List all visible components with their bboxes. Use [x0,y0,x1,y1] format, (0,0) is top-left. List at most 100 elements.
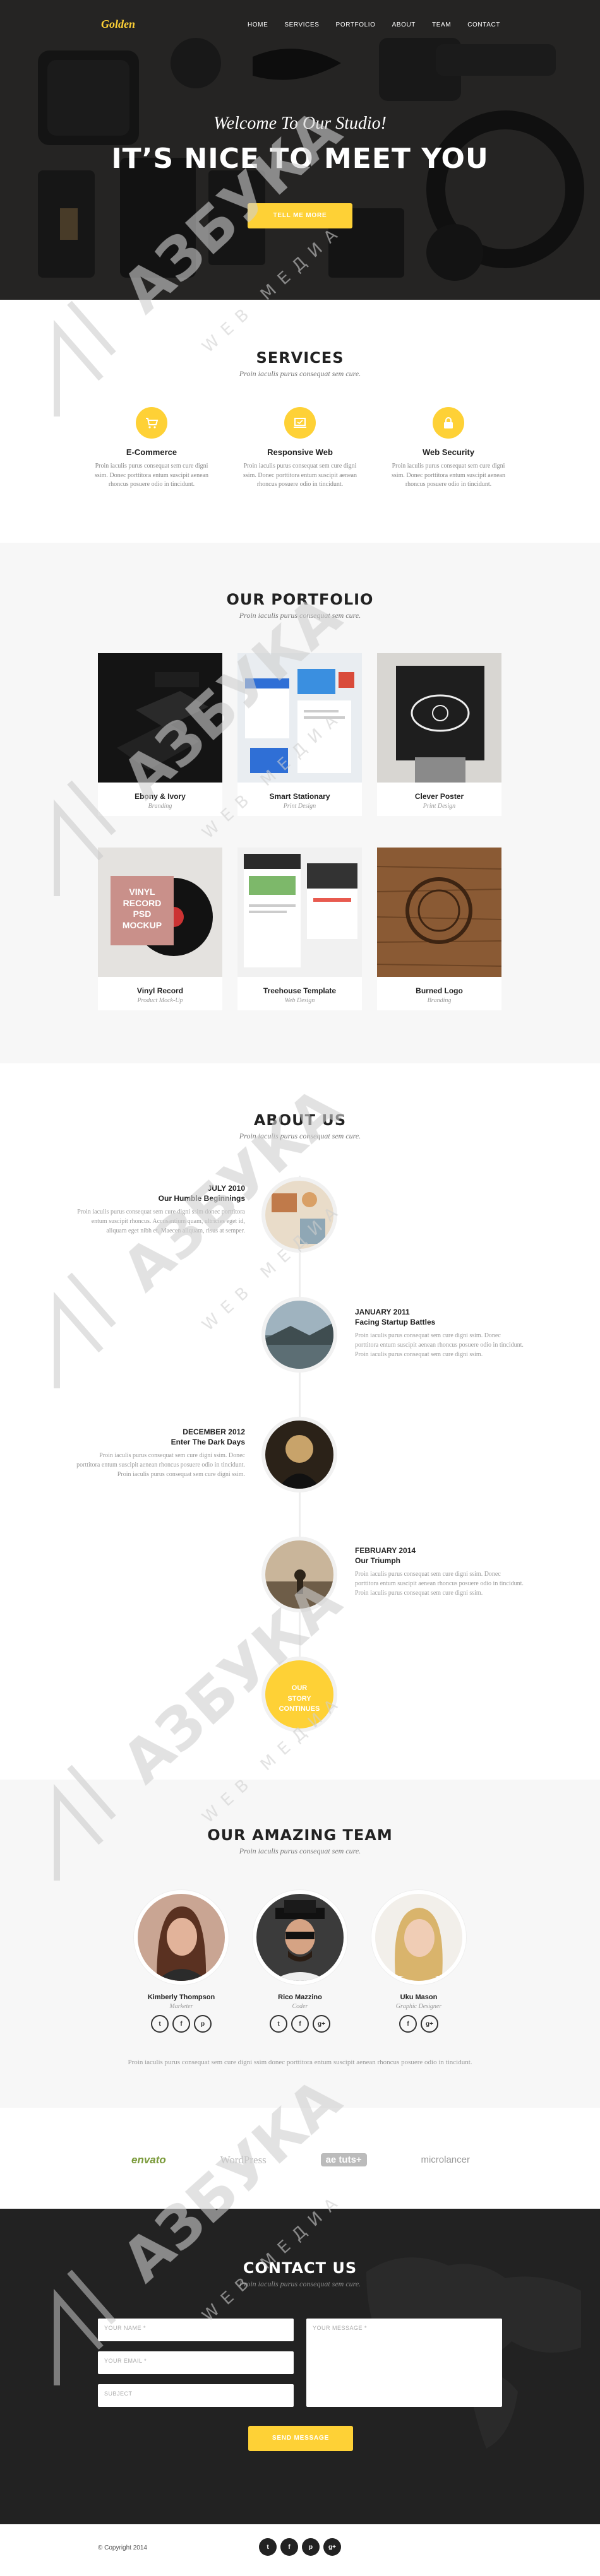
section-title: OUR PORTFOLIO [226,591,374,608]
service-text: Proin iaculis purus consequat sem cure d… [95,463,208,488]
portfolio-grid: Ebony & Ivory Branding Smart Stationary Pr… [98,653,502,1010]
portfolio-item[interactable]: Smart Stationary Print Design [237,653,362,816]
nav-links: HOME SERVICES PORTFOLIO ABOUT TEAM CONTA… [248,21,500,28]
facebook-icon[interactable]: f [280,2538,298,2556]
social-links: f g+ [368,2015,469,2033]
team-member: Kimberly Thompson Marketer t f p [131,1890,232,2033]
team-member: Rico Mazzino Coder t f g+ [249,1890,351,2033]
timeline-date: FEBRUARY 2014 [355,1546,416,1555]
social-links: t f p [131,2015,232,2033]
google-plus-icon[interactable]: g+ [323,2538,341,2556]
section-subtitle: Proin iaculis purus consequat sem cure. [239,1846,361,1855]
portfolio-image [377,848,501,977]
timeline-image [261,1297,337,1373]
portfolio-image [377,653,501,783]
twitter-icon[interactable]: t [259,2538,277,2556]
nav-item-team[interactable]: TEAM [432,21,451,28]
timeline-heading: Enter The Dark Days [171,1438,245,1447]
hero-section: Golden HOME SERVICES PORTFOLIO ABOUT TEA… [0,0,600,300]
nav-item-home[interactable]: HOME [248,21,268,28]
google-plus-icon[interactable]: g+ [421,2015,438,2033]
tell-me-more-button[interactable]: TELL ME MORE [248,203,352,228]
team-list: Kimberly Thompson Marketer t f p Rico Ma… [131,1890,469,2033]
portfolio-title: Vinyl Record [136,986,184,995]
section-subtitle: Proin iaculis purus consequat sem cure. [239,1131,361,1140]
services-section: SERVICES Proin iaculis purus consequat s… [0,300,600,543]
service-text: Proin iaculis purus consequat sem cure d… [243,463,357,488]
timeline-heading: Our Humble Beginnings [158,1194,245,1203]
timeline-text: Proin iaculis purus consequat sem cure d… [355,1332,524,1359]
lock-icon [433,407,464,439]
portfolio-item[interactable]: VINYL RECORD PSD MOCKUP Vinyl Record Prod… [98,848,222,1010]
portfolio-category: Web Design [284,997,315,1004]
team-section: OUR AMAZING TEAM Proin iaculis purus con… [0,1780,600,2108]
service-title: Web Security [422,447,475,457]
twitter-icon[interactable]: t [151,2015,169,2033]
pinterest-icon[interactable]: p [194,2015,212,2033]
portfolio-category: Print Design [283,803,316,810]
portfolio-item[interactable]: Treehouse Template Web Design [237,848,362,1010]
facebook-icon[interactable]: f [291,2015,309,2033]
client-logo-envato[interactable]: envato [131,2154,166,2166]
timeline-heading: Facing Startup Battles [355,1318,436,1327]
team-note: Proin iaculis purus consequat sem cure d… [128,2059,472,2066]
story-continues-badge[interactable]: OUR STORY CONTINUES [261,1657,337,1732]
google-plus-icon[interactable]: g+ [313,2015,330,2033]
portfolio-title: Ebony & Ivory [135,792,186,801]
portfolio-item[interactable]: Burned Logo Branding [377,848,501,1010]
member-name: Uku Mason [400,1994,438,2001]
client-logos: envato WordPress ae tuts+ microlancer [131,2153,470,2166]
nav-item-portfolio[interactable]: PORTFOLIO [336,21,376,28]
portfolio-item[interactable]: Ebony & Ivory Branding [98,653,222,816]
hero-subtitle: Welcome To Our Studio! [213,114,387,133]
twitter-icon[interactable]: t [270,2015,287,2033]
social-links: t f g+ [249,2015,351,2033]
vinyl-text: RECORD [123,897,162,908]
portfolio-image [237,653,362,783]
timeline-entry: FEBRUARY 2014 Our Triumph Proin iaculis … [355,1545,525,1598]
timeline-heading: Our Triumph [355,1556,400,1566]
portfolio-image: VINYL RECORD PSD MOCKUP [98,848,222,977]
story-line: OUR [291,1684,308,1692]
portfolio-category: Product Mock-Up [137,997,183,1004]
vinyl-text: PSD [133,909,152,919]
vinyl-text: VINYL [129,887,155,897]
timeline-date: JANUARY 2011 [355,1308,410,1316]
timeline-entry: JULY 2010 Our Humble Beginnings Proin ia… [75,1183,245,1236]
avatar [253,1890,347,1985]
service-text: Proin iaculis purus consequat sem cure d… [392,463,505,488]
service-title: E-Commerce [126,447,177,457]
portfolio-title: Smart Stationary [269,792,330,801]
section-subtitle: Proin iaculis purus consequat sem cure. [239,611,361,620]
send-message-button[interactable]: SEND MESSAGE [248,2426,353,2451]
client-logo-microlancer[interactable]: microlancer [421,2154,470,2165]
email-field[interactable]: YOUR EMAIL * [98,2351,294,2374]
story-line: CONTINUES [279,1705,320,1713]
client-logo-wordpress[interactable]: WordPress [220,2154,267,2166]
name-field[interactable]: YOUR NAME * [98,2319,294,2341]
client-logo-aetuts[interactable]: ae tuts+ [320,2153,367,2166]
pinterest-icon[interactable]: p [302,2538,320,2556]
member-name: Rico Mazzino [278,1994,322,2001]
portfolio-title: Burned Logo [416,986,463,995]
timeline-text: Proin iaculis purus consequat sem cure d… [355,1571,524,1597]
nav-item-about[interactable]: ABOUT [392,21,416,28]
facebook-icon[interactable]: f [399,2015,417,2033]
nav-item-services[interactable]: SERVICES [284,21,319,28]
member-role: Coder [292,2003,308,2010]
section-title: SERVICES [256,349,344,367]
subject-field[interactable]: SUBJECT [98,2384,294,2407]
facebook-icon[interactable]: f [172,2015,190,2033]
team-member: Uku Mason Graphic Designer f g+ [368,1890,469,2033]
portfolio-item[interactable]: Clever Poster Print Design [377,653,501,816]
contact-section: CONTACT US Proin iaculis purus consequat… [0,2209,600,2524]
message-field[interactable]: YOUR MESSAGE * [306,2319,502,2407]
nav-item-contact[interactable]: CONTACT [467,21,500,28]
service-item: E-Commerce Proin iaculis purus consequat… [88,407,215,490]
avatar [134,1890,229,1985]
member-role: Marketer [169,2003,193,2010]
portfolio-category: Print Design [423,803,456,810]
logo[interactable]: Golden [101,18,135,31]
timeline-image [261,1417,337,1492]
story-line: STORY [287,1694,311,1703]
